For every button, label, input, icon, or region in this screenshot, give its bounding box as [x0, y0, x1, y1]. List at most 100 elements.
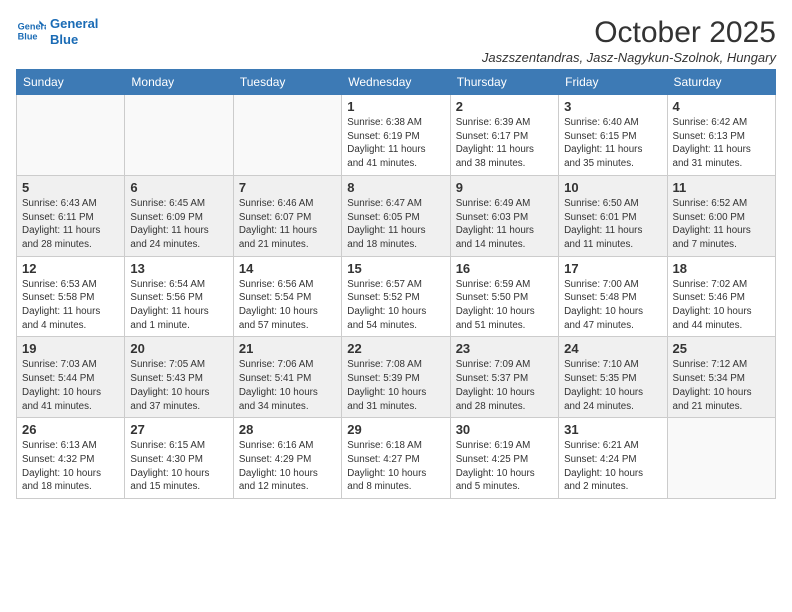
calendar-week-row: 1 Sunrise: 6:38 AM Sunset: 6:19 PM Daylig…	[17, 95, 776, 176]
month-title: October 2025	[482, 16, 776, 50]
day-info: Sunrise: 7:12 AM Sunset: 5:34 PM Dayligh…	[673, 358, 770, 413]
day-info: Sunrise: 6:21 AM Sunset: 4:24 PM Dayligh…	[564, 439, 661, 494]
day-number: 2	[456, 99, 553, 114]
day-info: Sunrise: 6:52 AM Sunset: 6:00 PM Dayligh…	[673, 197, 770, 252]
day-info: Sunrise: 6:39 AM Sunset: 6:17 PM Dayligh…	[456, 116, 553, 171]
day-number: 17	[564, 261, 661, 276]
table-row: 7 Sunrise: 6:46 AM Sunset: 6:07 PM Daylig…	[233, 175, 341, 256]
location-subtitle: Jaszszentandras, Jasz-Nagykun-Szolnok, H…	[482, 50, 776, 65]
day-info: Sunrise: 6:50 AM Sunset: 6:01 PM Dayligh…	[564, 197, 661, 252]
day-info: Sunrise: 6:16 AM Sunset: 4:29 PM Dayligh…	[239, 439, 336, 494]
logo: General Blue General Blue	[16, 16, 98, 47]
table-row	[17, 95, 125, 176]
table-row: 9Sunrise: 6:49 AM Sunset: 6:03 PM Daylig…	[450, 175, 558, 256]
table-row: 13 Sunrise: 6:54 AM Sunset: 5:56 PM Dayli…	[125, 256, 233, 337]
day-info: Sunrise: 6:53 AM Sunset: 5:58 PM Dayligh…	[22, 278, 119, 333]
header-friday: Friday	[559, 70, 667, 95]
header-thursday: Thursday	[450, 70, 558, 95]
day-number: 20	[130, 341, 227, 356]
calendar-week-row: 5 Sunrise: 6:43 AM Sunset: 6:11 PM Daylig…	[17, 175, 776, 256]
day-number: 27	[130, 422, 227, 437]
table-row: 22Sunrise: 7:08 AM Sunset: 5:39 PM Dayli…	[342, 337, 450, 418]
day-info: Sunrise: 7:06 AM Sunset: 5:41 PM Dayligh…	[239, 358, 336, 413]
day-info: Sunrise: 6:38 AM Sunset: 6:19 PM Dayligh…	[347, 116, 444, 171]
day-number: 12	[22, 261, 119, 276]
day-number: 18	[673, 261, 770, 276]
day-info: Sunrise: 6:47 AM Sunset: 6:05 PM Dayligh…	[347, 197, 444, 252]
table-row: 25 Sunrise: 7:12 AM Sunset: 5:34 PM Dayli…	[667, 337, 775, 418]
svg-text:Blue: Blue	[18, 31, 38, 41]
day-number: 31	[564, 422, 661, 437]
day-number: 4	[673, 99, 770, 114]
table-row: 29 Sunrise: 6:18 AM Sunset: 4:27 PM Dayli…	[342, 418, 450, 499]
day-number: 14	[239, 261, 336, 276]
table-row	[125, 95, 233, 176]
logo-line1: General	[50, 16, 98, 31]
day-number: 21	[239, 341, 336, 356]
table-row	[667, 418, 775, 499]
day-info: Sunrise: 6:13 AM Sunset: 4:32 PM Dayligh…	[22, 439, 119, 494]
day-number: 23	[456, 341, 553, 356]
day-number: 7	[239, 180, 336, 195]
logo-text: General Blue	[50, 16, 98, 47]
header-wednesday: Wednesday	[342, 70, 450, 95]
table-row: 18Sunrise: 7:02 AM Sunset: 5:46 PM Dayli…	[667, 256, 775, 337]
day-number: 24	[564, 341, 661, 356]
day-number: 19	[22, 341, 119, 356]
day-info: Sunrise: 6:49 AM Sunset: 6:03 PM Dayligh…	[456, 197, 553, 252]
header-saturday: Saturday	[667, 70, 775, 95]
calendar-week-row: 12 Sunrise: 6:53 AM Sunset: 5:58 PM Dayli…	[17, 256, 776, 337]
table-row: 3Sunrise: 6:40 AM Sunset: 6:15 PM Daylig…	[559, 95, 667, 176]
table-row: 27 Sunrise: 6:15 AM Sunset: 4:30 PM Dayli…	[125, 418, 233, 499]
day-number: 22	[347, 341, 444, 356]
table-row: 6 Sunrise: 6:45 AM Sunset: 6:09 PM Daylig…	[125, 175, 233, 256]
day-info: Sunrise: 7:09 AM Sunset: 5:37 PM Dayligh…	[456, 358, 553, 413]
day-number: 29	[347, 422, 444, 437]
header-monday: Monday	[125, 70, 233, 95]
table-row: 5 Sunrise: 6:43 AM Sunset: 6:11 PM Daylig…	[17, 175, 125, 256]
table-row: 14 Sunrise: 6:56 AM Sunset: 5:54 PM Dayli…	[233, 256, 341, 337]
day-info: Sunrise: 6:59 AM Sunset: 5:50 PM Dayligh…	[456, 278, 553, 333]
day-info: Sunrise: 7:10 AM Sunset: 5:35 PM Dayligh…	[564, 358, 661, 413]
day-info: Sunrise: 6:57 AM Sunset: 5:52 PM Dayligh…	[347, 278, 444, 333]
table-row: 26 Sunrise: 6:13 AM Sunset: 4:32 PM Dayli…	[17, 418, 125, 499]
calendar-week-row: 19Sunrise: 7:03 AM Sunset: 5:44 PM Dayli…	[17, 337, 776, 418]
day-info: Sunrise: 6:18 AM Sunset: 4:27 PM Dayligh…	[347, 439, 444, 494]
calendar-header-row: Sunday Monday Tuesday Wednesday Thursday…	[17, 70, 776, 95]
day-number: 13	[130, 261, 227, 276]
table-row: 23 Sunrise: 7:09 AM Sunset: 5:37 PM Dayli…	[450, 337, 558, 418]
day-number: 25	[673, 341, 770, 356]
title-area: October 2025 Jaszszentandras, Jasz-Nagyk…	[482, 16, 776, 65]
table-row: 31 Sunrise: 6:21 AM Sunset: 4:24 PM Dayli…	[559, 418, 667, 499]
table-row: 24 Sunrise: 7:10 AM Sunset: 5:35 PM Dayli…	[559, 337, 667, 418]
day-info: Sunrise: 6:19 AM Sunset: 4:25 PM Dayligh…	[456, 439, 553, 494]
day-number: 28	[239, 422, 336, 437]
day-number: 6	[130, 180, 227, 195]
table-row	[233, 95, 341, 176]
calendar-week-row: 26 Sunrise: 6:13 AM Sunset: 4:32 PM Dayli…	[17, 418, 776, 499]
table-row: 8 Sunrise: 6:47 AM Sunset: 6:05 PM Daylig…	[342, 175, 450, 256]
table-row: 30Sunrise: 6:19 AM Sunset: 4:25 PM Dayli…	[450, 418, 558, 499]
day-number: 1	[347, 99, 444, 114]
day-number: 5	[22, 180, 119, 195]
day-info: Sunrise: 6:43 AM Sunset: 6:11 PM Dayligh…	[22, 197, 119, 252]
day-number: 8	[347, 180, 444, 195]
day-info: Sunrise: 6:45 AM Sunset: 6:09 PM Dayligh…	[130, 197, 227, 252]
day-info: Sunrise: 6:56 AM Sunset: 5:54 PM Dayligh…	[239, 278, 336, 333]
header: General Blue General Blue October 2025 J…	[16, 16, 776, 65]
table-row: 19Sunrise: 7:03 AM Sunset: 5:44 PM Dayli…	[17, 337, 125, 418]
table-row: 17 Sunrise: 7:00 AM Sunset: 5:48 PM Dayli…	[559, 256, 667, 337]
day-info: Sunrise: 6:15 AM Sunset: 4:30 PM Dayligh…	[130, 439, 227, 494]
table-row: 11Sunrise: 6:52 AM Sunset: 6:00 PM Dayli…	[667, 175, 775, 256]
header-sunday: Sunday	[17, 70, 125, 95]
day-number: 26	[22, 422, 119, 437]
day-info: Sunrise: 6:54 AM Sunset: 5:56 PM Dayligh…	[130, 278, 227, 333]
logo-line2: Blue	[50, 32, 78, 47]
table-row: 16Sunrise: 6:59 AM Sunset: 5:50 PM Dayli…	[450, 256, 558, 337]
day-info: Sunrise: 6:40 AM Sunset: 6:15 PM Dayligh…	[564, 116, 661, 171]
day-info: Sunrise: 6:46 AM Sunset: 6:07 PM Dayligh…	[239, 197, 336, 252]
table-row: 28 Sunrise: 6:16 AM Sunset: 4:29 PM Dayli…	[233, 418, 341, 499]
day-number: 15	[347, 261, 444, 276]
day-info: Sunrise: 7:00 AM Sunset: 5:48 PM Dayligh…	[564, 278, 661, 333]
table-row: 21 Sunrise: 7:06 AM Sunset: 5:41 PM Dayli…	[233, 337, 341, 418]
